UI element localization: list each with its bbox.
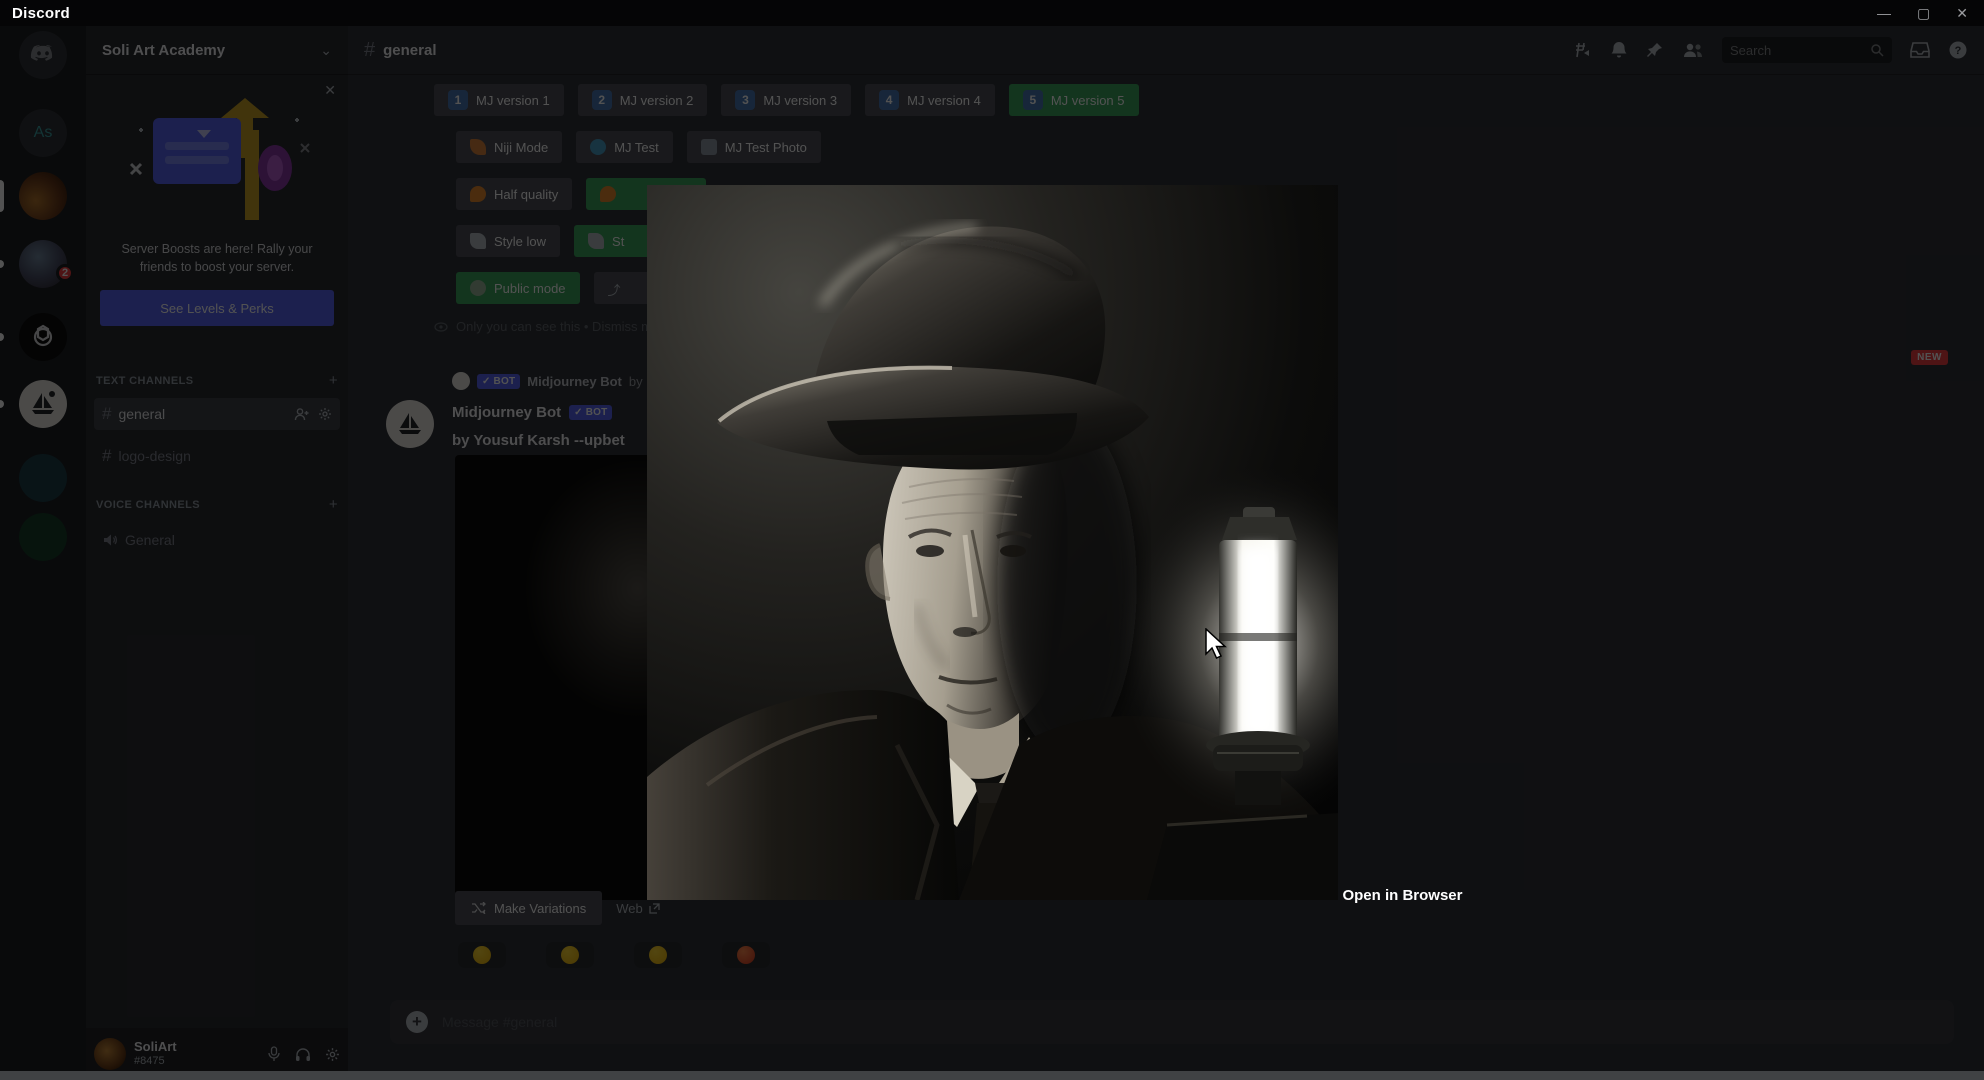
open-in-browser-link[interactable]: Open in Browser [1342, 887, 1462, 904]
maximize-button[interactable]: ▢ [1917, 5, 1930, 22]
portrait-photo[interactable] [647, 185, 1409, 901]
window-titlebar: Discord — ▢ ✕ [0, 0, 1984, 26]
mouse-cursor [1204, 627, 1230, 667]
app-title: Discord [12, 4, 70, 22]
minimize-button[interactable]: — [1877, 5, 1891, 22]
close-button[interactable]: ✕ [1956, 5, 1968, 22]
image-lightbox: Open in Browser [647, 185, 1462, 905]
screen-bottom-strip [0, 1071, 1984, 1080]
